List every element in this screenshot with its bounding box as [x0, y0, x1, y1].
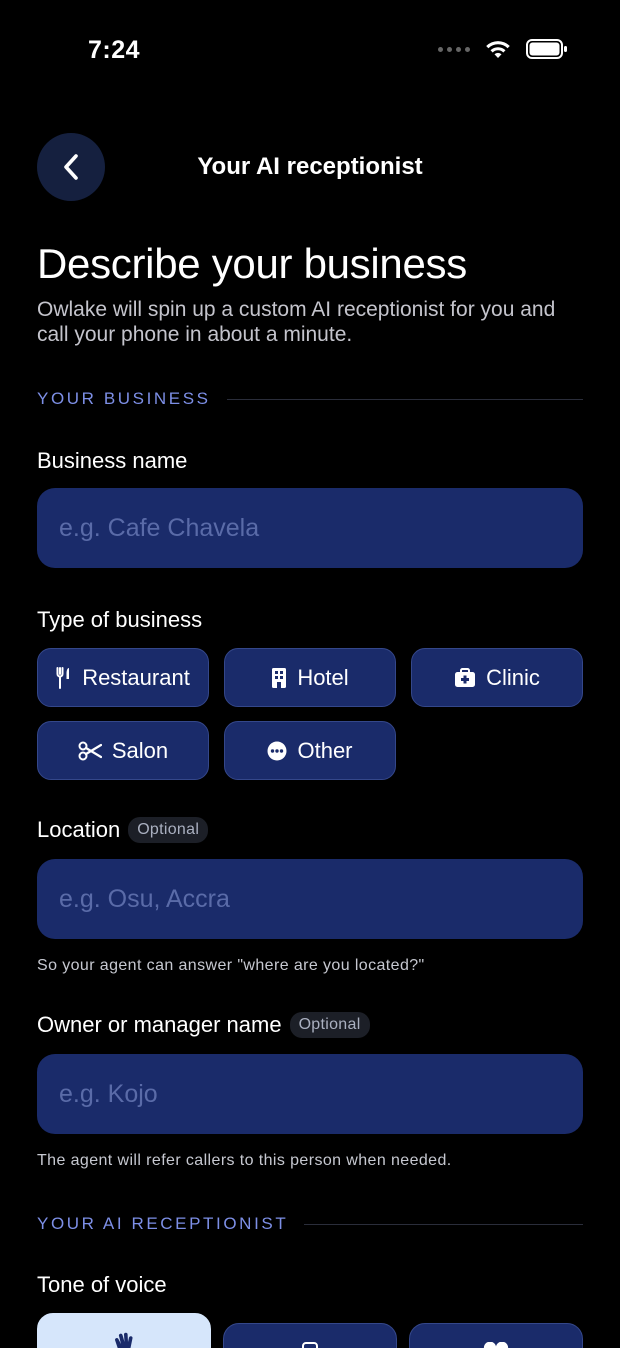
chip-label: Restaurant — [82, 664, 190, 690]
building-icon — [272, 667, 287, 688]
tone-option-friendly[interactable] — [37, 1313, 211, 1348]
more-dots-icon — [267, 741, 287, 760]
type-chip-restaurant[interactable]: Restaurant — [37, 648, 209, 707]
battery-icon — [526, 39, 567, 59]
business-type-label-text: Type of business — [37, 607, 203, 632]
signal-icon — [438, 46, 470, 52]
section-label: YOUR BUSINESS — [37, 389, 211, 408]
tone-label: Tone of voice — [37, 1272, 167, 1298]
heart-icon — [483, 1342, 509, 1348]
business-name-input[interactable] — [37, 488, 583, 568]
optional-badge: Optional — [128, 817, 209, 843]
business-name-label-text: Business name — [37, 448, 188, 473]
medical-kit-icon — [455, 667, 476, 687]
type-chip-other[interactable]: Other — [224, 721, 396, 780]
owner-input[interactable] — [37, 1054, 583, 1134]
page-title: Describe your business — [37, 240, 467, 287]
status-time: 7:24 — [88, 36, 141, 64]
business-name-label: Business name — [37, 448, 187, 474]
chip-label: Clinic — [486, 664, 540, 690]
tone-label-text: Tone of voice — [37, 1272, 167, 1297]
wifi-icon — [486, 41, 510, 58]
owner-label-text: Owner or manager name — [37, 1012, 282, 1037]
section-label: YOUR AI RECEPTIONIST — [37, 1214, 289, 1233]
scissors-icon — [78, 741, 102, 760]
type-chip-clinic[interactable]: Clinic — [411, 648, 583, 707]
utensils-icon — [56, 666, 70, 689]
location-input[interactable] — [37, 859, 583, 939]
header-title: Your AI receptionist — [197, 153, 423, 180]
location-helper: So your agent can answer "where are you … — [37, 957, 425, 974]
status-bar: 7:24 — [0, 0, 620, 100]
chip-label: Other — [297, 737, 353, 763]
tone-option-professional[interactable] — [223, 1323, 397, 1348]
owner-helper: The agent will refer callers to this per… — [37, 1152, 452, 1169]
location-label-text: Location — [37, 817, 121, 842]
page-subtitle: Owlake will spin up a custom AI receptio… — [37, 298, 556, 346]
section-your-ai-receptionist: YOUR AI RECEPTIONIST — [37, 1214, 583, 1234]
nav-header: Your AI receptionist — [0, 133, 620, 201]
type-chip-hotel[interactable]: Hotel — [224, 648, 396, 707]
phone-icon — [302, 1342, 318, 1348]
owner-label: Owner or manager name Optional — [37, 1012, 370, 1038]
section-divider — [226, 398, 583, 400]
status-icons — [438, 38, 568, 60]
location-label: Location Optional — [37, 817, 209, 843]
waving-hand-icon — [114, 1332, 133, 1348]
type-chip-salon[interactable]: Salon — [37, 721, 209, 780]
optional-badge: Optional — [289, 1012, 370, 1038]
section-divider — [304, 1223, 583, 1225]
chip-label: Hotel — [297, 664, 349, 690]
chip-label: Salon — [111, 737, 169, 763]
section-your-business: YOUR BUSINESS — [37, 389, 583, 409]
business-type-label: Type of business — [37, 607, 202, 633]
tone-option-warm[interactable] — [409, 1323, 583, 1348]
